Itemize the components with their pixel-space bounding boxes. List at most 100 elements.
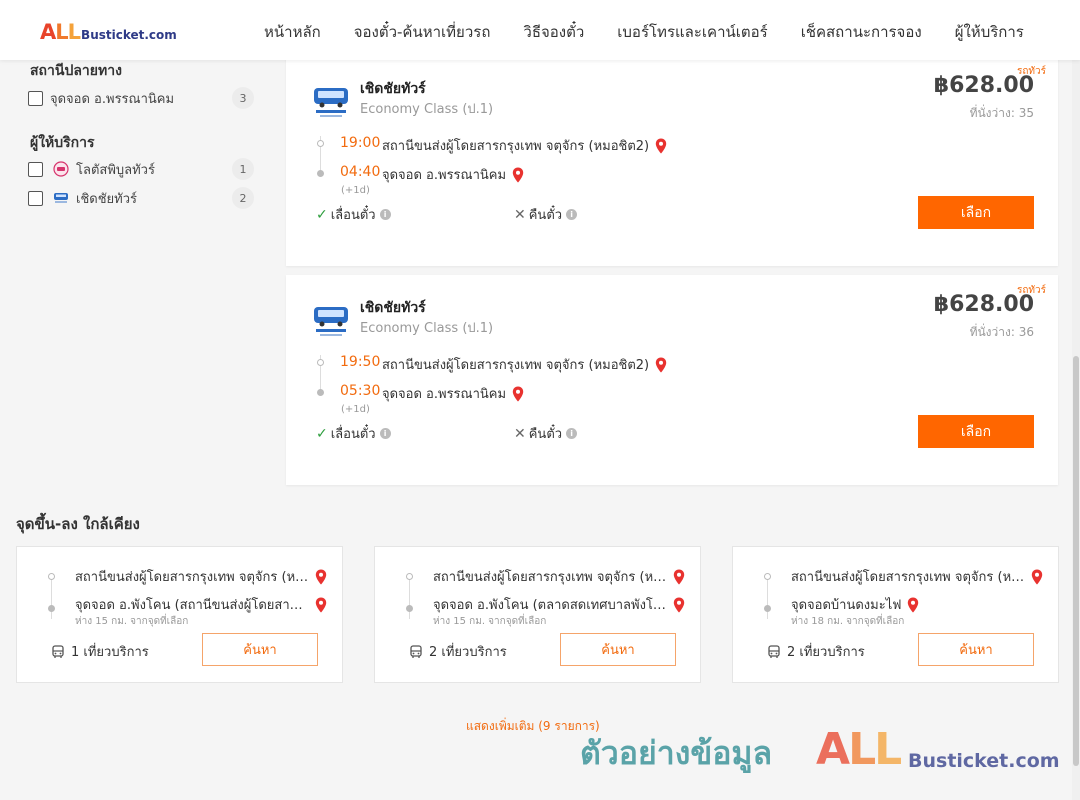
- page-scrollbar[interactable]: [1072, 60, 1080, 800]
- operator-bus-logo-icon: [314, 88, 348, 117]
- nearby-stops-title: จุดขึ้น-ลง ใกล้เคียง: [16, 515, 140, 533]
- refund-label: คืนตั๋ว: [528, 208, 563, 223]
- scrollbar-thumb[interactable]: [1073, 356, 1079, 766]
- depart-dot: [317, 140, 324, 147]
- operator-count: 2: [232, 187, 254, 209]
- cross-icon: ✕: [514, 425, 526, 442]
- logo-letter-a: A: [40, 20, 56, 44]
- map-pin-icon[interactable]: [512, 386, 524, 402]
- operator-count: 1: [232, 158, 254, 180]
- site-logo[interactable]: A L L Busticket.com: [40, 20, 177, 46]
- trip-price: ฿628.00: [933, 292, 1034, 317]
- nearby-to-stop: จุดจอดบ้านดงมะไฟ: [791, 594, 1045, 615]
- destination-checkbox[interactable]: [28, 90, 43, 106]
- from-dot: [48, 573, 55, 580]
- nearby-search-button[interactable]: ค้นหา: [202, 633, 318, 666]
- seats-available: ที่นั่งว่าง: 35: [969, 106, 1034, 120]
- seats-available: ที่นั่งว่าง: 36: [969, 325, 1034, 339]
- arrive-stop: จุดจอด อ.พรรณานิคม: [382, 164, 524, 185]
- lotus-tour-logo-icon: [53, 161, 69, 177]
- map-pin-icon[interactable]: [907, 597, 919, 613]
- site-header: A L L Busticket.com หน้าหลัก จองตั๋ว-ค้นหาเ…: [0, 0, 1080, 60]
- nearby-from-stop: สถานีขนส่งผู้โดยสารกรุงเทพ จตุจักร (หมอช…: [75, 566, 329, 587]
- select-trip-button[interactable]: เลือก: [918, 196, 1034, 229]
- destination-filter-item[interactable]: จุดจอด อ.พรรณานิคม 3: [28, 87, 256, 109]
- route-line: [51, 577, 52, 619]
- nav-phone-counter[interactable]: เบอร์โทรและเคาน์เตอร์: [617, 20, 767, 44]
- reschedule-label: เลื่อนตั๋ว: [330, 427, 376, 442]
- next-day-label: (+1d): [341, 185, 370, 196]
- nearby-from-name: สถานีขนส่งผู้โดยสารกรุงเทพ จตุจักร (หมอช…: [75, 570, 309, 585]
- nearby-stop-card: สถานีขนส่งผู้โดยสารกรุงเทพ จตุจักร (หมอช…: [732, 546, 1059, 683]
- nearby-trip-count: 1 เที่ยวบริการ: [51, 641, 149, 662]
- map-pin-icon[interactable]: [655, 357, 667, 373]
- to-dot: [406, 605, 413, 612]
- nearby-distance: ห่าง 15 กม. จากจุดที่เลือก: [75, 616, 189, 627]
- cherdchai-tour-logo-icon: [54, 193, 68, 203]
- to-dot: [764, 605, 771, 612]
- nav-operators[interactable]: ผู้ให้บริการ: [955, 20, 1024, 44]
- reschedule-policy: ✓ เลื่อนตั๋ว i: [316, 204, 391, 225]
- operator-label: โลตัสพิบูลทัวร์: [76, 162, 155, 178]
- operator-checkbox[interactable]: [28, 190, 43, 206]
- operator-name: เชิดชัยทัวร์: [360, 81, 426, 97]
- nearby-trips-label: 1 เที่ยวบริการ: [71, 645, 149, 660]
- watermark-logo-text: Busticket.com: [908, 750, 1060, 772]
- next-day-label: (+1d): [341, 404, 370, 415]
- map-pin-icon[interactable]: [1031, 569, 1043, 585]
- map-pin-icon[interactable]: [655, 138, 667, 154]
- arrive-dot: [317, 389, 324, 396]
- nearby-trips-label: 2 เที่ยวบริการ: [787, 645, 865, 660]
- operator-checkbox[interactable]: [28, 161, 43, 177]
- nav-check-status[interactable]: เช็คสถานะการจอง: [801, 20, 922, 44]
- depart-stop-name: สถานีขนส่งผู้โดยสารกรุงเทพ จตุจักร (หมอช…: [382, 139, 650, 154]
- info-icon[interactable]: i: [379, 428, 391, 439]
- depart-stop-name: สถานีขนส่งผู้โดยสารกรุงเทพ จตุจักร (หมอช…: [382, 358, 650, 373]
- arrive-stop: จุดจอด อ.พรรณานิคม: [382, 383, 524, 404]
- map-pin-icon[interactable]: [673, 597, 685, 613]
- trip-card: รถทัวร์ เชิดชัยทัวร์ Economy Class (ป.1)…: [286, 275, 1058, 485]
- route-line: [409, 577, 410, 619]
- info-icon[interactable]: i: [379, 209, 391, 220]
- depart-stop: สถานีขนส่งผู้โดยสารกรุงเทพ จตุจักร (หมอช…: [382, 135, 667, 156]
- refund-label: คืนตั๋ว: [528, 427, 563, 442]
- cross-icon: ✕: [514, 206, 526, 223]
- wm-letter-l2: L: [874, 724, 902, 775]
- operator-name: เชิดชัยทัวร์: [360, 300, 426, 316]
- nearby-distance: ห่าง 15 กม. จากจุดที่เลือก: [433, 616, 547, 627]
- info-icon[interactable]: i: [566, 428, 578, 439]
- nearby-to-name: จุดจอดบ้านดงมะไฟ: [791, 598, 902, 613]
- nav-book-search[interactable]: จองตั๋ว-ค้นหาเที่ยวรถ: [354, 20, 491, 44]
- map-pin-icon[interactable]: [673, 569, 685, 585]
- reschedule-policy: ✓ เลื่อนตั๋ว i: [316, 423, 391, 444]
- nearby-from-stop: สถานีขนส่งผู้โดยสารกรุงเทพ จตุจักร (หมอช…: [433, 566, 687, 587]
- nav-home[interactable]: หน้าหลัก: [264, 20, 321, 44]
- operator-bus-logo-icon: [314, 307, 348, 336]
- select-trip-button[interactable]: เลือก: [918, 415, 1034, 448]
- wm-letter-l1: L: [848, 724, 876, 775]
- operator-label: เชิดชัยทัวร์: [76, 191, 138, 207]
- trip-card: รถทัวร์ เชิดชัยทัวร์ Economy Class (ป.1)…: [286, 56, 1058, 266]
- map-pin-icon[interactable]: [315, 569, 327, 585]
- check-icon: ✓: [316, 425, 328, 442]
- nearby-stop-card: สถานีขนส่งผู้โดยสารกรุงเทพ จตุจักร (หมอช…: [16, 546, 343, 683]
- check-icon: ✓: [316, 206, 328, 223]
- depart-dot: [317, 359, 324, 366]
- bus-icon: [52, 644, 64, 658]
- nearby-search-button[interactable]: ค้นหา: [560, 633, 676, 666]
- nearby-from-name: สถานีขนส่งผู้โดยสารกรุงเทพ จตุจักร (หมอช…: [791, 570, 1025, 585]
- nav-how-to-book[interactable]: วิธีจองตั๋ว: [523, 20, 584, 44]
- info-icon[interactable]: i: [566, 209, 578, 220]
- route-line: [767, 577, 768, 619]
- logo-text: Busticket.com: [81, 28, 177, 42]
- nearby-search-button[interactable]: ค้นหา: [918, 633, 1034, 666]
- logo-letter-l1: L: [55, 20, 68, 44]
- service-class: Economy Class (ป.1): [360, 102, 494, 117]
- map-pin-icon[interactable]: [315, 597, 327, 613]
- to-dot: [48, 605, 55, 612]
- map-pin-icon[interactable]: [512, 167, 524, 183]
- main-nav: หน้าหลัก จองตั๋ว-ค้นหาเที่ยวรถ วิธีจองตั…: [264, 20, 1024, 44]
- operator-filter-item[interactable]: เชิดชัยทัวร์ 2: [28, 187, 256, 209]
- operator-filter-item[interactable]: โลตัสพิบูลทัวร์ 1: [28, 158, 256, 180]
- reschedule-label: เลื่อนตั๋ว: [330, 208, 376, 223]
